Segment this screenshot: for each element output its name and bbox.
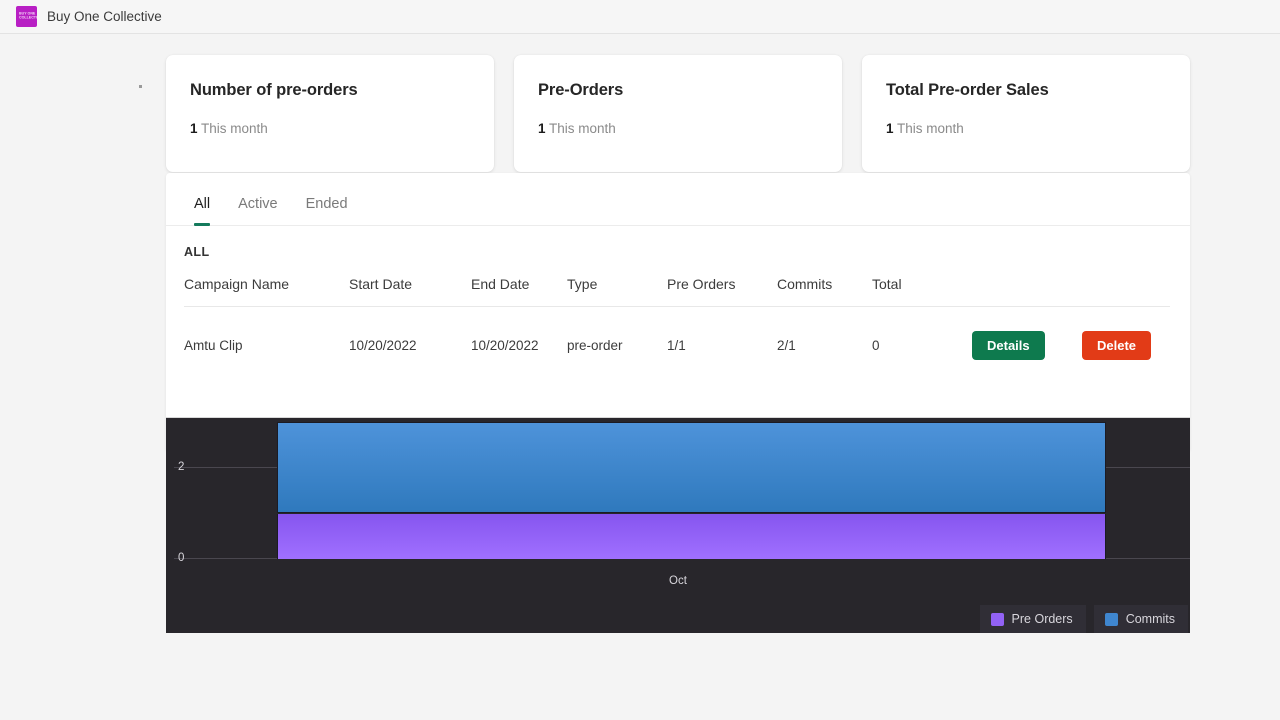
campaigns-table: Campaign Name Start Date End Date Type P… [184,276,1170,360]
campaign-tabs: All Active Ended [166,173,1190,226]
stat-card-value: 1 [538,121,546,136]
cell-pre-orders: 1/1 [667,338,686,353]
app-header: BUY ONE COLLECTIVE Buy One Collective [0,0,1280,34]
tab-active[interactable]: Active [224,196,292,225]
y-axis-tick-2: 2 [178,461,185,473]
cell-campaign-name: Amtu Clip [184,338,243,353]
stat-card-total-preorder-sales: Total Pre-order Sales 1 This month [862,55,1190,172]
stat-card-title: Pre-Orders [538,81,624,99]
stat-card-subtext: 1 This month [886,121,1166,136]
chart-legend: Pre Orders Commits [979,605,1188,633]
table-row: Amtu Clip 10/20/2022 10/20/2022 pre-orde… [184,307,1170,360]
stat-card-period: This month [897,121,964,136]
section-label: ALL [184,245,210,259]
legend-swatch-commits-icon [1104,612,1118,626]
column-header-start-date: Start Date [349,276,471,307]
page-canvas: Number of pre-orders 1 This month Pre-Or… [0,34,1280,720]
stat-card-subtext: 1 This month [190,121,470,136]
column-header-actions-2 [1082,276,1170,307]
x-axis-tick-oct: Oct [669,575,687,587]
cell-start-date: 10/20/2022 [349,338,417,353]
legend-label-pre-orders: Pre Orders [1011,612,1073,626]
stat-card-value: 1 [190,121,198,136]
delete-button[interactable]: Delete [1082,331,1152,360]
chart-plot-area: 2 0 Oct Pre Orders Commits [166,418,1190,633]
bar-pre-orders-oct[interactable] [277,514,1106,559]
column-header-campaign-name: Campaign Name [184,276,349,307]
column-header-pre-orders: Pre Orders [667,276,777,307]
legend-label-commits: Commits [1125,612,1175,626]
stat-card-value: 1 [886,121,894,136]
cell-end-date: 10/20/2022 [471,338,539,353]
cell-type: pre-order [567,338,623,353]
preorders-commits-chart: 2 0 Oct Pre Orders Commits [166,417,1190,633]
tab-all[interactable]: All [180,196,224,226]
column-header-type: Type [567,276,667,307]
stat-card-preorders: Pre-Orders 1 This month [514,55,842,172]
legend-item-pre-orders[interactable]: Pre Orders [979,605,1086,633]
stat-cards-row: Number of pre-orders 1 This month Pre-Or… [166,55,1190,172]
cell-details-action: Details [972,307,1082,360]
stat-card-subtext: 1 This month [538,121,818,136]
campaigns-panel: All Active Ended ALL Campaign Name Start… [166,173,1190,450]
column-header-commits: Commits [777,276,872,307]
column-header-end-date: End Date [471,276,567,307]
legend-swatch-pre-orders-icon [990,612,1004,626]
cell-commits: 2/1 [777,338,796,353]
page-speck [139,85,142,88]
stat-card-period: This month [549,121,616,136]
bar-commits-oct[interactable] [277,422,1106,513]
app-logo-icon: BUY ONE COLLECTIVE [16,6,37,27]
stat-card-period: This month [201,121,268,136]
column-header-total: Total [872,276,972,307]
y-axis-tick-0: 0 [178,552,185,564]
app-logo-glyph: BUY ONE COLLECTIVE [19,12,37,20]
table-header-row: Campaign Name Start Date End Date Type P… [184,276,1170,307]
details-button[interactable]: Details [972,331,1045,360]
column-header-actions-1 [972,276,1082,307]
cell-total: 0 [872,338,880,353]
legend-item-commits[interactable]: Commits [1093,605,1188,633]
stat-card-number-of-preorders: Number of pre-orders 1 This month [166,55,494,172]
stat-card-title: Total Pre-order Sales [886,81,1049,99]
tab-ended[interactable]: Ended [292,196,362,225]
app-title: Buy One Collective [47,9,162,24]
app-logo-glyph-bottom: COLLECTIVE [19,14,37,20]
stat-card-title: Number of pre-orders [190,81,358,99]
cell-delete-action: Delete [1082,307,1170,360]
